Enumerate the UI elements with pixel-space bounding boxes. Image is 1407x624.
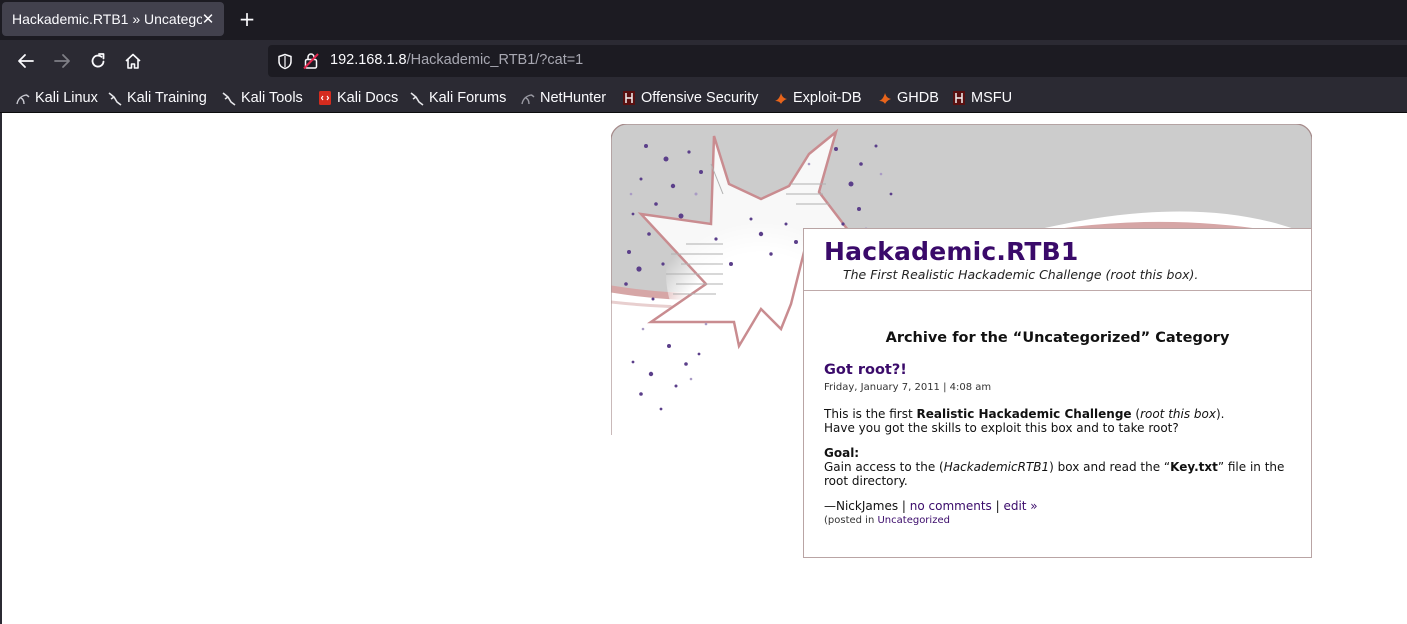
new-tab-button[interactable]: +: [236, 8, 258, 30]
nethunter-icon: [521, 90, 535, 106]
nav-bar: 192.168.1.8/Hackademic_RTB1/?cat=1: [0, 40, 1407, 82]
meta-separator: |: [991, 499, 1004, 513]
kali-docs-icon: [318, 90, 332, 106]
url-host: 192.168.1.8: [330, 52, 407, 68]
category-link[interactable]: Uncategorized: [877, 515, 949, 526]
kali-dragon-icon: [410, 90, 424, 106]
url-text[interactable]: 192.168.1.8/Hackademic_RTB1/?cat=1: [330, 52, 583, 68]
goal-italic: HackademicRTB1: [943, 460, 1050, 474]
tracking-shield-icon[interactable]: [277, 53, 293, 74]
blog-container: Hackademic.RTB1 The First Realistic Hack…: [611, 124, 1312, 560]
exploitdb-icon: [878, 90, 892, 106]
bookmark-label: Offensive Security: [641, 90, 759, 106]
exploitdb-icon: [774, 90, 788, 106]
back-arrow-icon[interactable]: [14, 49, 38, 73]
goal-label: Goal:: [824, 446, 860, 460]
post-paragraph-intro: This is the first Realistic Hackademic C…: [824, 407, 1294, 435]
bookmark-offensive-security[interactable]: Offensive Security: [622, 88, 758, 108]
reload-icon[interactable]: [86, 49, 110, 73]
goal-bold: Key.txt: [1170, 460, 1218, 474]
post-paragraph-goal: Goal: Gain access to the (HackademicRTB1…: [824, 446, 1294, 488]
posted-in-prefix: (posted in: [824, 515, 878, 526]
intro-text: (: [1131, 407, 1141, 421]
bookmark-kali-docs[interactable]: Kali Docs: [318, 88, 398, 108]
comments-link[interactable]: no comments: [910, 499, 992, 513]
masthead: Hackademic.RTB1 The First Realistic Hack…: [804, 229, 1311, 291]
post-date: Friday, January 7, 2011 | 4:08 am: [824, 382, 992, 393]
posted-in: (posted in Uncategorized: [824, 514, 1294, 528]
intro-text: ).: [1215, 407, 1225, 421]
bookmark-label: Kali Tools: [241, 90, 303, 106]
edit-link[interactable]: edit »: [1003, 499, 1037, 513]
intro-italic: root this box: [1140, 407, 1216, 421]
bookmark-exploit-db[interactable]: Exploit-DB: [774, 88, 862, 108]
tab-title: Hackademic.RTB1 » Uncategorized: [12, 11, 202, 27]
bookmark-kali-forums[interactable]: Kali Forums: [410, 88, 506, 108]
post: Got root?! Friday, January 7, 2011 | 4:0…: [824, 361, 1294, 528]
bookmarks-toolbar: Kali Linux Kali Training Kali Tools Kali…: [0, 82, 1407, 113]
bookmark-label: Kali Linux: [35, 90, 98, 106]
bookmark-kali-training[interactable]: Kali Training: [108, 88, 207, 108]
kali-dragon-icon: [16, 90, 30, 106]
intro-bold: Realistic Hackademic Challenge: [916, 407, 1132, 421]
archive-heading-text: Archive for the “Uncategorized” Category: [885, 330, 1230, 346]
goal-text: Gain access to the (: [824, 460, 944, 474]
bookmark-label: MSFU: [971, 90, 1013, 106]
bookmark-ghdb[interactable]: GHDB: [878, 88, 939, 108]
bookmark-kali-tools[interactable]: Kali Tools: [222, 88, 303, 108]
url-path: /Hackademic_RTB1/?cat=1: [406, 52, 584, 68]
home-icon[interactable]: [121, 49, 145, 73]
bookmark-msfu[interactable]: MSFU: [952, 88, 1012, 108]
bookmark-label: Exploit-DB: [793, 90, 862, 106]
offsec-icon: [952, 90, 966, 106]
tab-bar: Hackademic.RTB1 » Uncategorized ✕ +: [0, 0, 1407, 40]
forward-arrow-icon[interactable]: [50, 49, 74, 73]
close-tab-icon[interactable]: ✕: [200, 10, 216, 28]
content-box: Hackademic.RTB1 The First Realistic Hack…: [803, 228, 1312, 558]
bookmark-kali-linux[interactable]: Kali Linux: [16, 88, 98, 108]
post-title-link[interactable]: Got root?!: [824, 361, 1294, 379]
post-author: —NickJames |: [824, 499, 910, 513]
site-tagline: The First Realistic Hackademic Challenge…: [843, 267, 1199, 282]
intro-text: This is the first: [824, 407, 917, 421]
bookmark-label: Kali Training: [127, 90, 207, 106]
bookmark-label: Kali Docs: [337, 90, 399, 106]
page-viewport: Hackademic.RTB1 The First Realistic Hack…: [0, 113, 1407, 624]
offsec-icon: [622, 90, 636, 106]
goal-text: ) box and read the “: [1049, 460, 1171, 474]
site-title[interactable]: Hackademic.RTB1: [824, 237, 1079, 266]
archive-heading: Archive for the “Uncategorized” Category: [804, 330, 1311, 346]
intro-question: Have you got the skills to exploit this …: [824, 421, 1179, 435]
insecure-lock-icon[interactable]: [303, 52, 319, 74]
post-meta: —NickJames | no comments | edit »: [824, 499, 1294, 513]
bookmark-label: NetHunter: [540, 90, 607, 106]
url-bar[interactable]: 192.168.1.8/Hackademic_RTB1/?cat=1: [268, 45, 1407, 77]
tab-active[interactable]: Hackademic.RTB1 » Uncategorized ✕: [2, 2, 224, 36]
kali-dragon-icon: [222, 90, 236, 106]
bookmark-label: Kali Forums: [429, 90, 507, 106]
kali-dragon-icon: [108, 90, 122, 106]
bookmark-label: GHDB: [897, 90, 939, 106]
bookmark-nethunter[interactable]: NetHunter: [521, 88, 606, 108]
